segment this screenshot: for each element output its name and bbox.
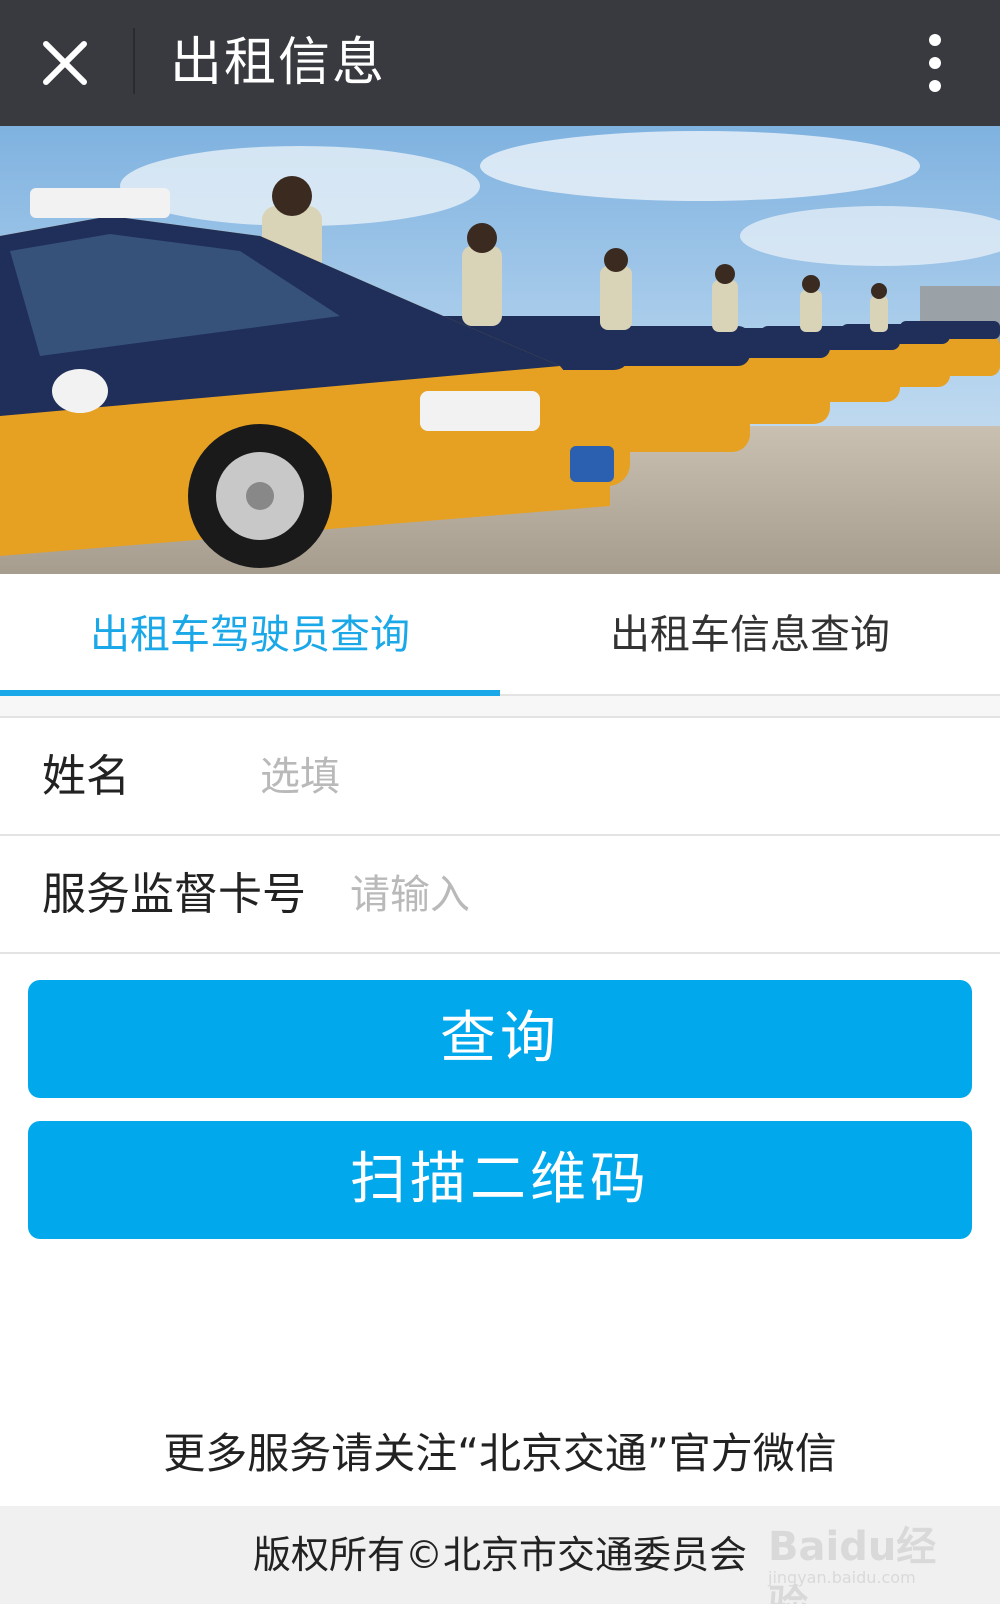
card-number-input[interactable] [350,860,960,930]
section-spacer [0,696,1000,718]
name-input[interactable] [260,742,960,812]
title-bar: 出租信息 [0,0,1000,126]
watermark-url: jingyan.baidu.com [768,1568,916,1587]
title-bar-divider [133,28,135,94]
taxi-banner-image [0,126,1000,574]
name-label: 姓名 [42,751,130,802]
scan-qr-button[interactable]: 扫描二维码 [28,1121,972,1239]
card-number-label: 服务监督卡号 [42,869,306,920]
baidu-jingyan-watermark: Baidu经验 jingyan.baidu.com [768,1514,968,1604]
tab-vehicle-query[interactable]: 出租车信息查询 [500,574,1000,696]
watermark-logo: Baidu经验 [768,1524,937,1604]
tab-driver-query[interactable]: 出租车驾驶员查询 [0,574,500,698]
close-icon[interactable] [30,28,100,98]
query-tabs: 出租车驾驶员查询 出租车信息查询 [0,574,1000,698]
query-button[interactable]: 查询 [28,980,972,1098]
more-vertical-icon[interactable] [905,28,965,98]
follow-wechat-text: 更多服务请关注“北京交通”官方微信 [163,1429,837,1478]
page-title: 出租信息 [170,33,387,93]
name-row: 姓名 [0,718,1000,836]
card-number-row: 服务监督卡号 [0,836,1000,954]
footer: 版权所有©北京市交通委员会 Baidu经验 jingyan.baidu.com [0,1506,1000,1604]
